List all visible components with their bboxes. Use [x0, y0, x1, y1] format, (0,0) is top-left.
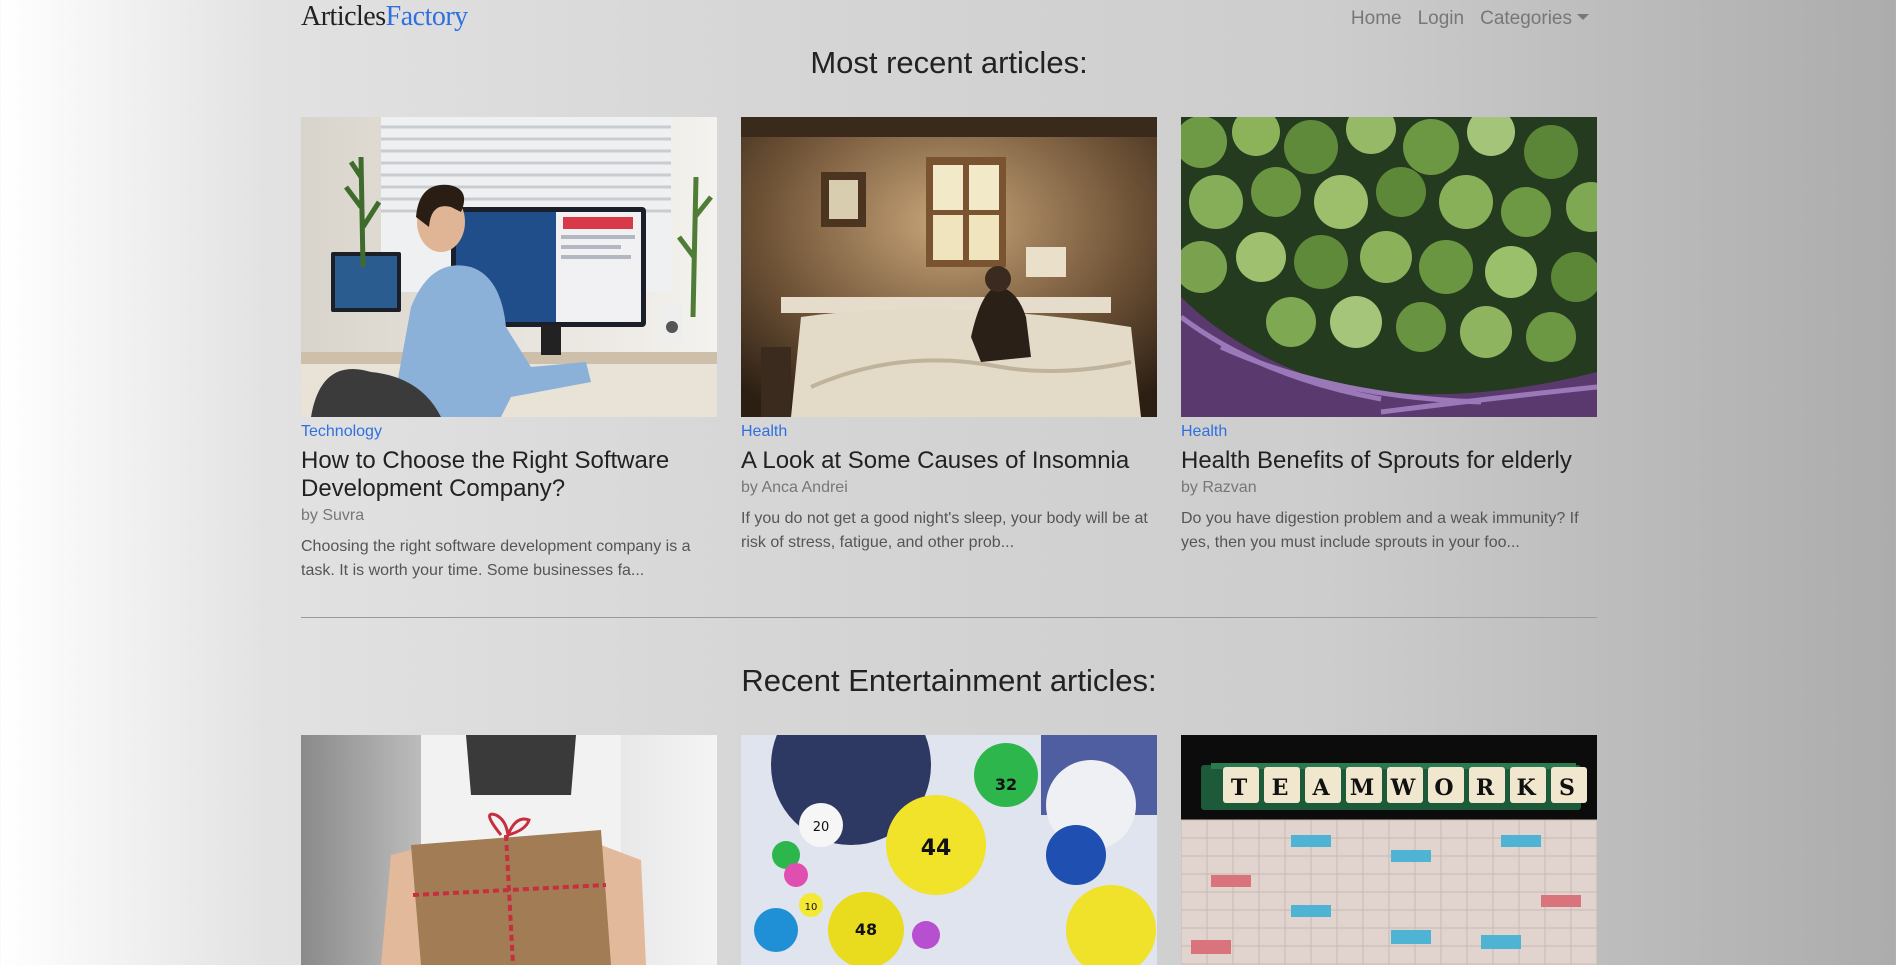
scrabble-tile-letter: S: [1559, 775, 1575, 801]
article-card: Health A Look at Some Causes of Insomnia…: [741, 117, 1157, 583]
lottery-ball-label: 20: [813, 820, 830, 835]
article-excerpt: Do you have digestion problem and a weak…: [1181, 510, 1579, 551]
article-thumbnail-teamwork[interactable]: TEAMWORKS: [1181, 735, 1597, 965]
chevron-down-icon: [1577, 14, 1589, 20]
scrabble-tile-letter: K: [1516, 775, 1536, 801]
nav-home-link[interactable]: Home: [1351, 8, 1402, 30]
scrabble-tile-letter: O: [1434, 775, 1453, 801]
article-card: 32 20 44 48 10: [741, 735, 1157, 965]
article-card: [301, 735, 717, 965]
nav-categories-label: Categories: [1480, 8, 1572, 29]
navbar: ArticlesFactory Home Login Categories: [301, 0, 1597, 40]
article-card: Technology How to Choose the Right Softw…: [301, 117, 717, 583]
article-excerpt: If you do not get a good night's sleep, …: [741, 510, 1148, 551]
scrabble-tile-letter: E: [1272, 775, 1289, 801]
entertainment-articles-row: 32 20 44 48 10 T E A M W O R K S: [301, 735, 1597, 965]
article-card: TEAMWORKS: [1181, 735, 1597, 965]
article-title[interactable]: A Look at Some Causes of Insomnia: [741, 447, 1157, 475]
nav-login-link[interactable]: Login: [1418, 8, 1465, 30]
section-divider: [301, 617, 1597, 618]
nav-categories-dropdown[interactable]: Categories: [1480, 8, 1589, 30]
article-card: Health Health Benefits of Sprouts for el…: [1181, 117, 1597, 583]
lottery-ball-label: 32: [995, 775, 1017, 794]
article-author: by Razvan: [1181, 479, 1257, 496]
scrabble-tile-letter: W: [1390, 775, 1416, 801]
article-excerpt: Choosing the right software development …: [301, 538, 691, 579]
article-thumbnail-lottery[interactable]: 32 20 44 48 10: [741, 735, 1157, 965]
article-title[interactable]: Health Benefits of Sprouts for elderly: [1181, 447, 1597, 475]
brand-part-2: Factory: [385, 1, 469, 32]
scrabble-tile-letter: T: [1231, 775, 1248, 801]
article-category-link[interactable]: Technology: [301, 423, 382, 441]
scrabble-tile-letter: R: [1476, 775, 1495, 801]
article-thumbnail-bedroom[interactable]: [741, 117, 1157, 417]
brand-part-1: Articles: [301, 1, 386, 32]
article-thumbnail-gift[interactable]: [301, 735, 717, 965]
page-container: ArticlesFactory Home Login Categories Mo…: [301, 0, 1597, 965]
lottery-ball-label: 10: [805, 902, 818, 913]
brand-logo[interactable]: ArticlesFactory: [301, 1, 468, 33]
scrabble-tile-letter: M: [1350, 775, 1374, 801]
article-author: by Suvra: [301, 507, 365, 524]
recent-articles-row: Technology How to Choose the Right Softw…: [301, 117, 1597, 583]
scrabble-tile-letter: A: [1311, 775, 1330, 801]
nav-links: Home Login Categories: [1351, 8, 1589, 30]
article-category-link[interactable]: Health: [1181, 423, 1227, 441]
article-author: by Anca Andrei: [741, 479, 848, 496]
lottery-ball-label: 48: [855, 920, 877, 939]
article-title[interactable]: How to Choose the Right Software Develop…: [301, 447, 717, 503]
article-thumbnail-office[interactable]: [301, 117, 717, 417]
lottery-ball-label: 44: [921, 836, 952, 861]
recent-articles-heading: Most recent articles:: [810, 45, 1088, 80]
article-thumbnail-sprouts[interactable]: [1181, 117, 1597, 417]
entertainment-articles-heading: Recent Entertainment articles:: [741, 663, 1157, 698]
article-category-link[interactable]: Health: [741, 423, 787, 441]
